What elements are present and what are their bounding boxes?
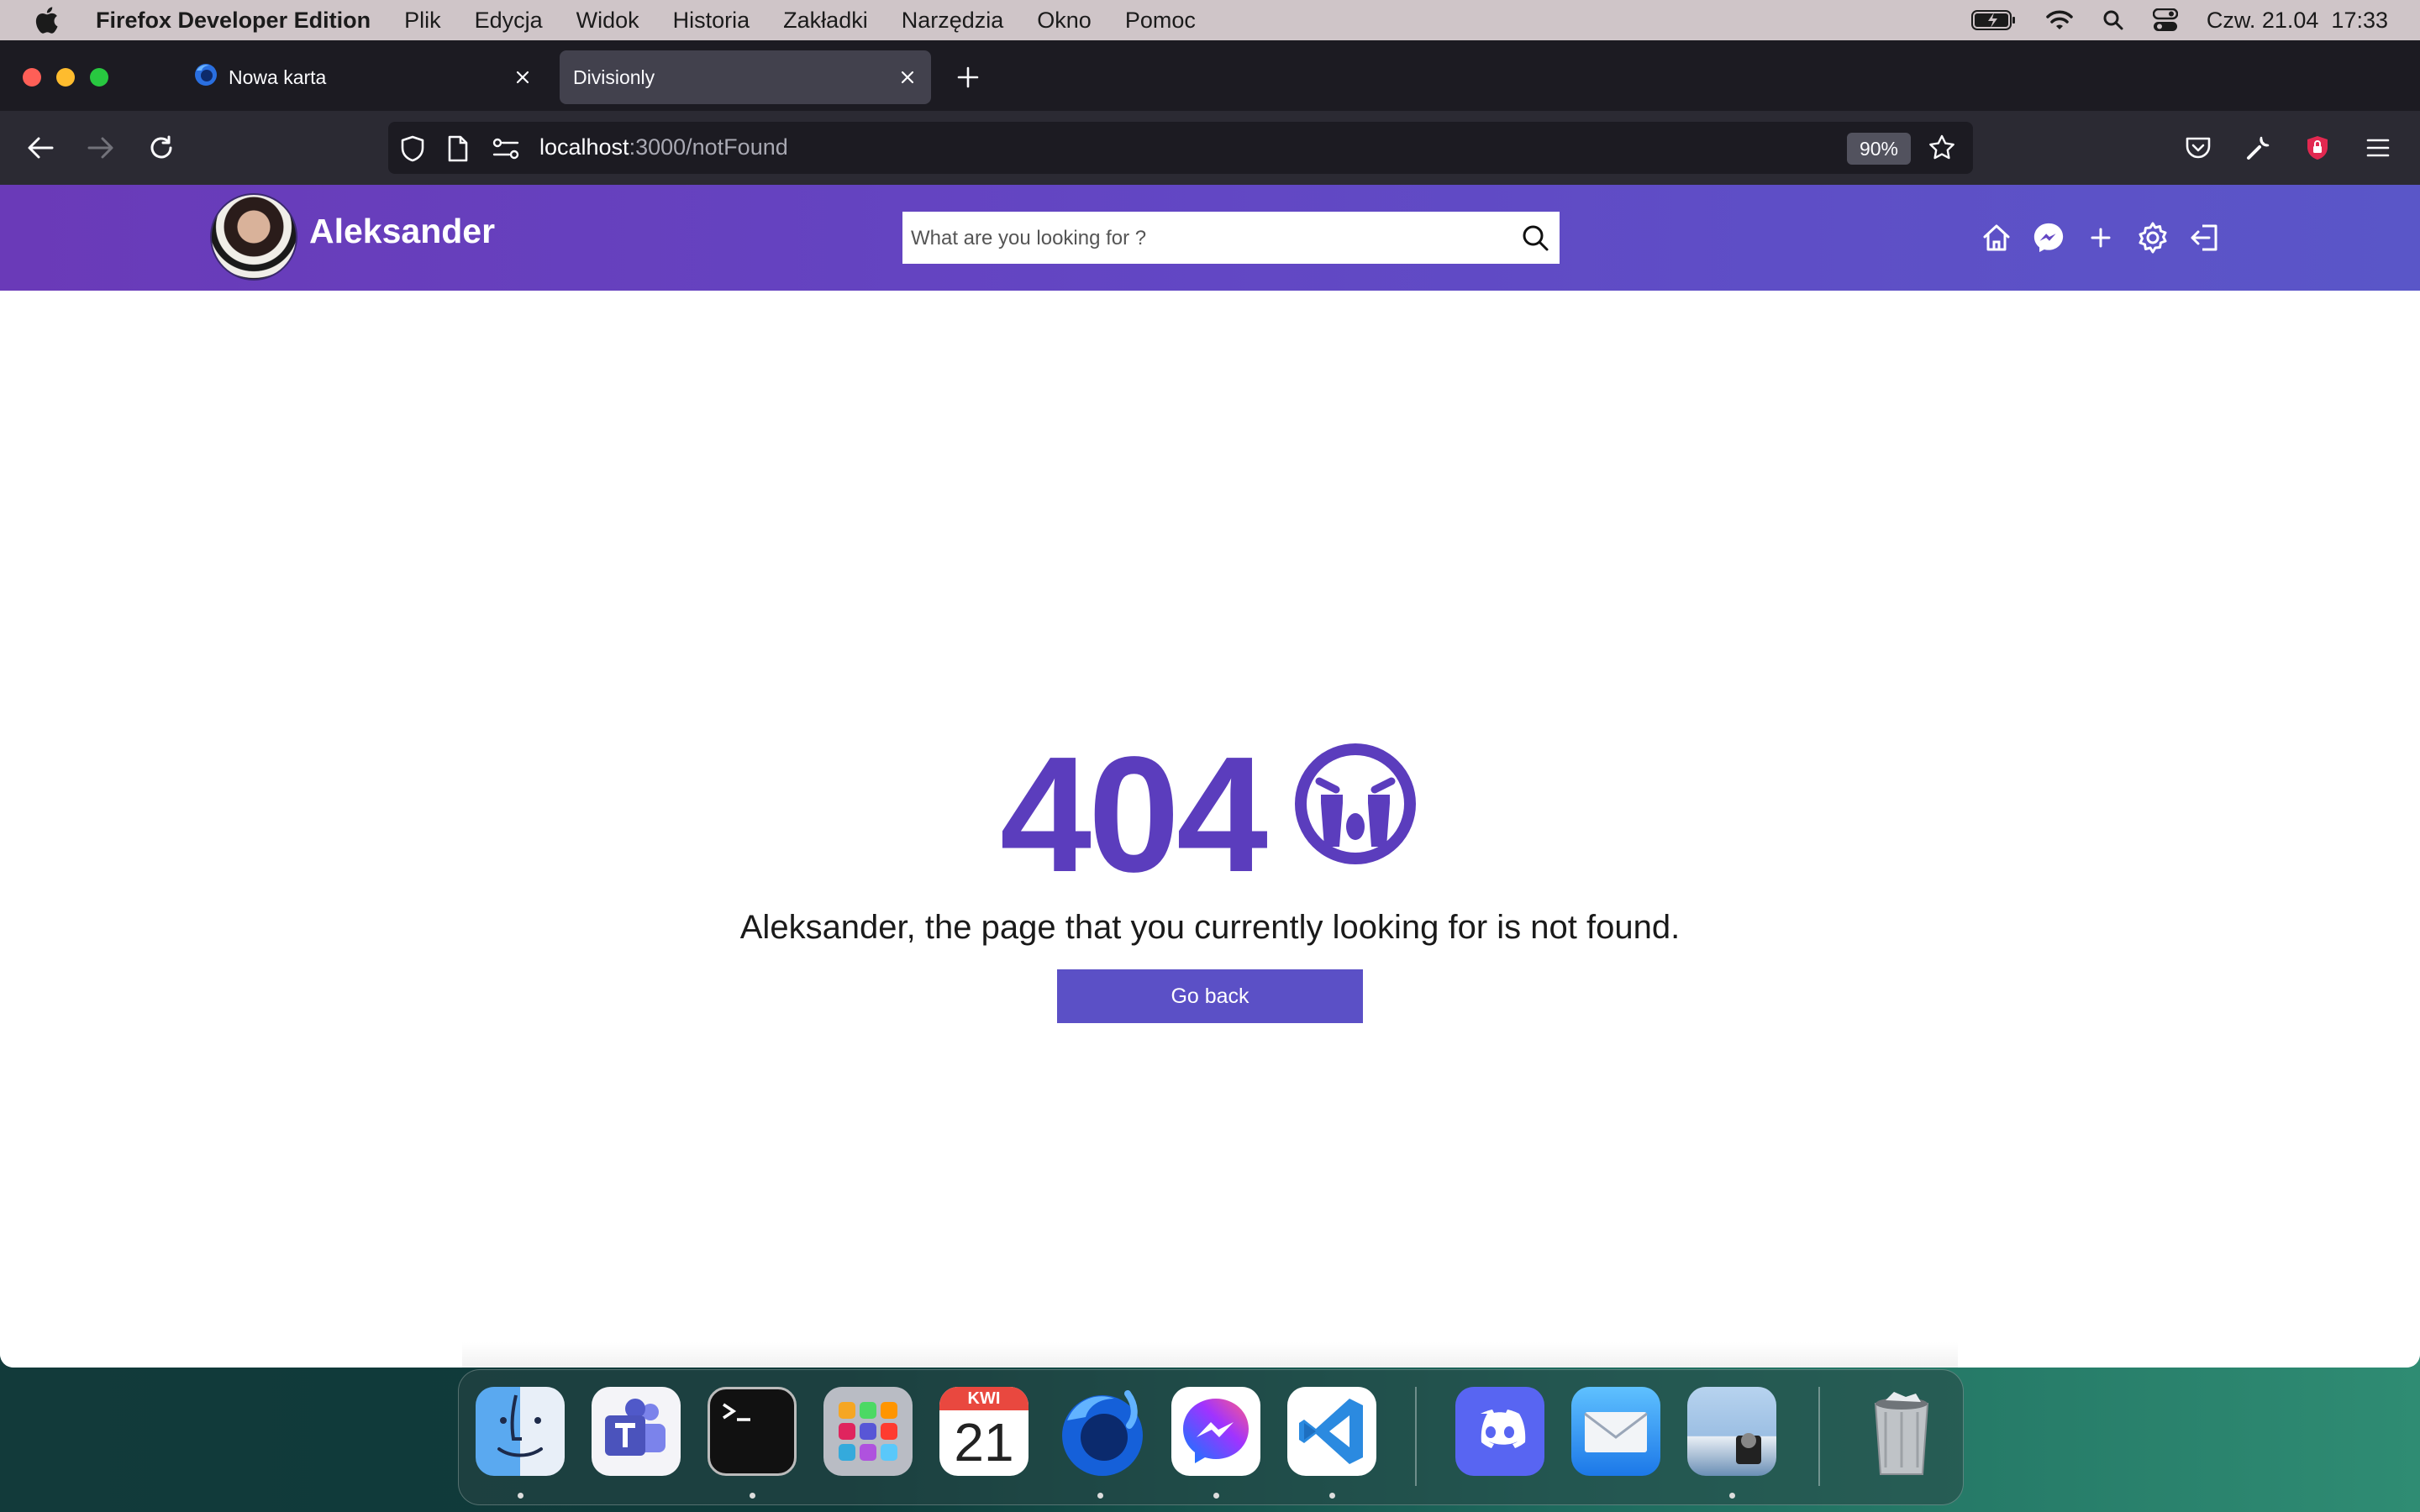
crying-face-icon — [1294, 743, 1417, 865]
discord-icon[interactable] — [1455, 1387, 1544, 1476]
avatar[interactable] — [210, 193, 297, 281]
firefox-developer-icon[interactable] — [1055, 1387, 1144, 1476]
permissions-icon[interactable] — [492, 138, 519, 164]
firefox-icon — [193, 62, 218, 92]
reload-icon[interactable] — [143, 129, 180, 166]
go-back-button[interactable]: Go back — [1057, 969, 1363, 1023]
vscode-icon[interactable] — [1287, 1387, 1376, 1476]
url-host: localhost — [539, 134, 629, 160]
messenger-running-dot — [1213, 1493, 1219, 1499]
menu-widok[interactable]: Widok — [576, 8, 639, 34]
extension-lock-icon[interactable] — [2299, 129, 2336, 166]
close-tab-icon[interactable] — [891, 60, 924, 94]
terminal-running-dot — [750, 1493, 755, 1499]
menu-zakladki[interactable]: Zakładki — [783, 8, 868, 34]
page-info-icon[interactable] — [447, 135, 469, 166]
battery-icon[interactable] — [1970, 9, 2017, 31]
address-bar[interactable]: localhost:3000/notFound 90% — [388, 122, 1973, 174]
zoom-window-button[interactable] — [90, 68, 108, 87]
error-code: 404 — [1000, 722, 1268, 906]
wrench-devtools-icon[interactable] — [2240, 129, 2277, 166]
calendar-month: KWI — [939, 1387, 1028, 1410]
pocket-icon[interactable] — [2180, 129, 2217, 166]
logout-icon[interactable] — [2188, 221, 2222, 255]
dock-separator — [1415, 1387, 1417, 1486]
menu-edycja[interactable]: Edycja — [475, 8, 543, 34]
browser-window: Nowa karta Divisionly localhost:3000/not… — [0, 40, 2420, 1368]
messenger-app-icon[interactable] — [1171, 1387, 1260, 1476]
dock-shadow — [462, 1342, 1958, 1368]
tab-nowa-karta[interactable]: Nowa karta — [180, 50, 546, 104]
add-plus-icon[interactable] — [2084, 221, 2118, 255]
url-text[interactable]: localhost:3000/notFound — [539, 134, 788, 160]
tab-label: Nowa karta — [229, 66, 327, 88]
settings-gear-icon[interactable] — [2136, 221, 2170, 255]
macos-dock: KWI 21 — [458, 1369, 1964, 1505]
launchpad-icon[interactable] — [823, 1387, 913, 1476]
tracking-shield-icon[interactable] — [400, 135, 425, 166]
firefox-running-dot — [1097, 1493, 1103, 1499]
teams-icon[interactable] — [592, 1387, 681, 1476]
tab-label: Divisionly — [573, 66, 655, 88]
navigation-toolbar: localhost:3000/notFound 90% — [0, 111, 2420, 185]
search-icon[interactable] — [1519, 222, 1551, 254]
hamburger-menu-icon[interactable] — [2360, 129, 2396, 166]
menu-okno[interactable]: Okno — [1037, 8, 1092, 34]
home-icon[interactable] — [1980, 221, 2013, 255]
header-actions — [1980, 218, 2222, 257]
back-arrow-icon[interactable] — [22, 129, 59, 166]
terminal-icon[interactable] — [708, 1387, 797, 1476]
macos-menubar: Firefox Developer Edition Plik Edycja Wi… — [0, 0, 2420, 40]
tab-strip: Nowa karta Divisionly — [0, 40, 2420, 111]
username[interactable]: Aleksander — [309, 212, 495, 251]
search-box — [902, 212, 1560, 265]
search-input[interactable] — [902, 212, 1501, 265]
zoom-level-badge[interactable]: 90% — [1847, 133, 1911, 165]
vscode-running-dot — [1329, 1493, 1335, 1499]
menu-pomoc[interactable]: Pomoc — [1125, 8, 1196, 34]
finder-running-dot — [518, 1493, 523, 1499]
calendar-icon[interactable]: KWI 21 — [939, 1387, 1028, 1476]
url-path: :3000/notFound — [629, 134, 788, 160]
calendar-day: 21 — [954, 1412, 1014, 1473]
apple-icon[interactable] — [34, 5, 60, 35]
preview-icon[interactable] — [1687, 1387, 1776, 1476]
messenger-icon[interactable] — [2032, 221, 2065, 255]
close-tab-icon[interactable] — [506, 60, 539, 94]
app-name[interactable]: Firefox Developer Edition — [96, 8, 371, 34]
dock-separator — [1818, 1387, 1820, 1486]
close-window-button[interactable] — [23, 68, 41, 87]
finder-icon[interactable] — [476, 1387, 565, 1476]
forward-arrow-icon[interactable] — [82, 129, 119, 166]
new-tab-plus-icon[interactable] — [951, 60, 985, 94]
control-center-icon[interactable] — [2152, 8, 2178, 32]
tab-divisionly[interactable]: Divisionly — [560, 50, 931, 104]
app-header: Aleksander — [0, 185, 2420, 291]
not-found-message: Aleksander, the page that you currently … — [739, 909, 1681, 946]
spotlight-search-icon[interactable] — [2102, 9, 2124, 31]
clock-datetime[interactable]: Czw. 21.04 17:33 — [2207, 8, 2388, 34]
preview-running-dot — [1729, 1493, 1735, 1499]
wifi-icon[interactable] — [2045, 9, 2074, 31]
mail-icon[interactable] — [1571, 1387, 1660, 1476]
menu-historia[interactable]: Historia — [673, 8, 750, 34]
bookmark-star-icon[interactable] — [1928, 134, 1956, 166]
menu-plik[interactable]: Plik — [404, 8, 441, 34]
menu-narzedzia[interactable]: Narzędzia — [902, 8, 1004, 34]
web-page: Aleksander What are you looking for ? 40… — [0, 185, 2420, 1368]
minimize-window-button[interactable] — [56, 68, 75, 87]
trash-icon[interactable] — [1857, 1387, 1946, 1476]
